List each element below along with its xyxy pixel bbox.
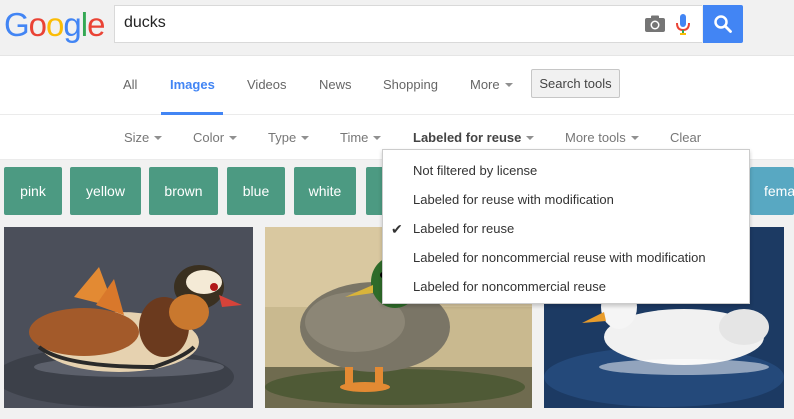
tool-usage-rights[interactable]: Labeled for reuse xyxy=(413,130,535,145)
result-image-mandarin-duck[interactable] xyxy=(4,227,253,408)
chip-brown[interactable]: brown xyxy=(149,167,218,215)
tool-usage-rights-label: Labeled for reuse xyxy=(413,130,522,145)
chip-female[interactable]: fema xyxy=(750,167,794,215)
logo-letter: g xyxy=(63,6,81,43)
menu-item-reuse-with-modification[interactable]: Labeled for reuse with modification xyxy=(413,192,614,207)
tool-size-label: Size xyxy=(124,130,150,145)
tool-more-tools-label: More tools xyxy=(565,130,626,145)
header-bar: Google xyxy=(0,0,794,56)
search-box xyxy=(114,5,702,43)
tab-videos[interactable]: Videos xyxy=(247,77,287,92)
chip-yellow[interactable]: yellow xyxy=(70,167,141,215)
tool-size[interactable]: Size xyxy=(124,130,163,145)
search-input[interactable] xyxy=(124,14,624,32)
tool-type[interactable]: Type xyxy=(268,130,310,145)
microphone-icon[interactable] xyxy=(675,13,691,37)
tab-more[interactable]: More xyxy=(470,77,513,92)
google-logo[interactable]: Google xyxy=(4,6,105,44)
chip-pink[interactable]: pink xyxy=(4,167,62,215)
chevron-down-icon xyxy=(229,135,238,140)
menu-item-not-filtered[interactable]: Not filtered by license xyxy=(413,163,537,178)
chevron-down-icon xyxy=(301,135,310,140)
chip-white[interactable]: white xyxy=(294,167,356,215)
tab-all[interactable]: All xyxy=(123,77,137,92)
tab-more-label: More xyxy=(470,77,500,92)
search-icon xyxy=(714,15,732,33)
menu-item-noncommercial[interactable]: Labeled for noncommercial reuse xyxy=(413,279,606,294)
chevron-down-icon xyxy=(504,82,513,87)
tool-type-label: Type xyxy=(268,130,297,145)
tool-clear[interactable]: Clear xyxy=(670,130,701,145)
logo-letter: o xyxy=(46,6,64,43)
tab-shopping[interactable]: Shopping xyxy=(383,77,438,92)
chevron-down-icon xyxy=(154,135,163,140)
tool-time[interactable]: Time xyxy=(340,130,382,145)
search-tools-button[interactable]: Search tools xyxy=(531,69,620,98)
tool-color[interactable]: Color xyxy=(193,130,238,145)
tool-color-label: Color xyxy=(193,130,225,145)
chevron-down-icon xyxy=(526,135,535,140)
camera-icon[interactable] xyxy=(644,15,666,33)
search-tabs: All Images Videos News Shopping More Sea… xyxy=(0,56,794,115)
checkmark-icon: ✔ xyxy=(391,221,403,237)
chevron-down-icon xyxy=(373,135,382,140)
chevron-down-icon xyxy=(630,135,639,140)
logo-letter: G xyxy=(4,6,30,43)
tool-more-tools[interactable]: More tools xyxy=(565,130,639,145)
chip-blue[interactable]: blue xyxy=(227,167,285,215)
tab-images[interactable]: Images xyxy=(170,77,215,92)
logo-letter: o xyxy=(28,6,47,43)
logo-letter: e xyxy=(87,6,105,43)
search-button[interactable] xyxy=(703,5,743,43)
tab-news[interactable]: News xyxy=(319,77,352,92)
usage-rights-menu: Not filtered by license Labeled for reus… xyxy=(382,149,750,304)
menu-item-noncommercial-with-modification[interactable]: Labeled for noncommercial reuse with mod… xyxy=(413,250,706,265)
menu-item-reuse[interactable]: Labeled for reuse xyxy=(413,221,514,236)
tool-time-label: Time xyxy=(340,130,369,145)
